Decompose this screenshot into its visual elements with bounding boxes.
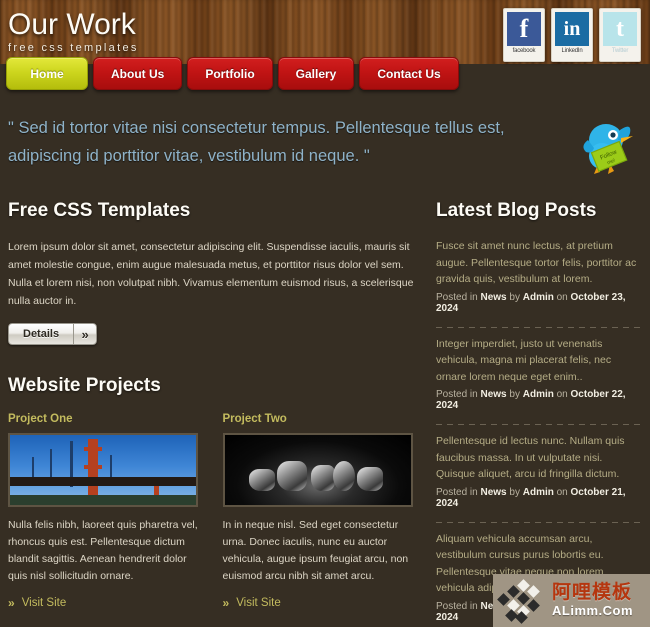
nav-item-about-us[interactable]: About Us (93, 57, 183, 90)
meta-on: on (556, 389, 568, 400)
blog-post-3-meta: Posted in News by Admin on October 21, 2… (436, 487, 642, 509)
meta-prefix: Posted in (436, 291, 478, 303)
meta-prefix: Posted in (436, 486, 478, 498)
project-card-two: Project Two In in neque nisl. Sed eget c… (222, 413, 421, 610)
site-header: Our Work free css templates f facebook i… (0, 0, 650, 96)
meta-by: by (509, 291, 520, 303)
social-label-twitter: Twitter (611, 48, 629, 54)
project-one-title[interactable]: Project One (8, 413, 206, 425)
blog-post-3-category[interactable]: News (480, 487, 506, 498)
watermark-chinese: 阿哩模板 (552, 582, 633, 603)
twitter-bird-icon: Follow me! (583, 124, 633, 174)
blog-post-2: Integer imperdiet, justo ut venenatis ve… (436, 336, 642, 418)
free-css-templates-heading: Free CSS Templates (8, 200, 191, 221)
website-projects-heading: Website Projects (8, 375, 161, 396)
blog-post-1-author[interactable]: Admin (523, 292, 554, 303)
project-two-thumbnail[interactable] (222, 433, 413, 507)
blog-post-2-meta: Posted in News by Admin on October 22, 2… (436, 389, 642, 411)
quote-banner: " Sed id tortor vitae nisi consectetur t… (0, 114, 650, 200)
brand[interactable]: Our Work free css templates (8, 8, 139, 55)
nav-item-portfolio[interactable]: Portfolio (187, 57, 273, 90)
project-two-visit-link[interactable]: » Visit Site (223, 596, 421, 610)
project-two-description: In in neque nisl. Sed eget consectetur u… (222, 519, 409, 582)
social-link-linkedin[interactable]: in LinkedIn (551, 8, 593, 62)
social-link-facebook[interactable]: f facebook (503, 8, 545, 62)
project-card-one: Project One Nulla felis nibh, laoreet qu… (8, 413, 206, 610)
blog-post-2-excerpt[interactable]: Integer imperdiet, justo ut venenatis ve… (436, 336, 642, 386)
social-label-facebook: facebook (512, 48, 536, 54)
project-two-visit-label: Visit Site (236, 597, 281, 609)
page-root: Our Work free css templates f facebook i… (0, 0, 650, 627)
project-one-description: Nulla felis nibh, laoreet quis pharetra … (8, 519, 198, 582)
watermark-english: ALimm.Com (552, 603, 634, 618)
golden-gate-bridge-image (10, 435, 196, 505)
chevron-right-icon: » (222, 596, 230, 610)
project-one-visit-link[interactable]: » Visit Site (8, 596, 206, 610)
main-content: Free CSS Templates Lorem ipsum dolor sit… (0, 200, 650, 627)
diamond-logo-icon (497, 578, 547, 624)
nav-item-gallery[interactable]: Gallery (277, 57, 355, 90)
left-column: Free CSS Templates Lorem ipsum dolor sit… (8, 200, 420, 627)
watermark-overlay: 阿哩模板 ALimm.Com (493, 574, 650, 627)
divider (436, 326, 642, 328)
blog-post-2-category[interactable]: News (480, 389, 506, 400)
linkedin-icon: in (555, 12, 589, 46)
social-links: f facebook in LinkedIn t Twitter (503, 8, 641, 62)
blog-post-1-category[interactable]: News (480, 292, 506, 303)
blog-post-3: Pellentesque id lectus nunc. Nullam quis… (436, 433, 642, 515)
quote-text: " Sed id tortor vitae nisi consectetur t… (8, 119, 505, 165)
blog-post-1: Fusce sit amet nunc lectus, at pretium a… (436, 238, 642, 320)
right-column: Latest Blog Posts Fusce sit amet nunc le… (436, 200, 642, 627)
chevron-right-icon: » (8, 596, 15, 610)
social-label-linkedin: LinkedIn (561, 48, 583, 54)
blog-post-3-excerpt[interactable]: Pellentesque id lectus nunc. Nullam quis… (436, 433, 642, 483)
divider (436, 521, 642, 523)
project-one-visit-label: Visit Site (21, 597, 67, 609)
main-navigation: Home About Us Portfolio Gallery Contact … (6, 57, 459, 90)
blog-post-1-meta: Posted in News by Admin on October 23, 2… (436, 292, 642, 314)
brand-subtitle: free css templates (8, 42, 139, 54)
facebook-icon: f (507, 12, 541, 46)
details-button-label: Details (8, 323, 74, 345)
meta-prefix: Posted in (436, 389, 478, 400)
blog-post-1-excerpt[interactable]: Fusce sit amet nunc lectus, at pretium a… (436, 238, 642, 288)
twitter-icon: t (603, 12, 637, 46)
meta-on: on (556, 291, 568, 303)
meta-by: by (509, 389, 520, 400)
meta-by: by (509, 486, 520, 498)
brand-title: Our Work (8, 8, 136, 41)
project-two-title[interactable]: Project Two (223, 413, 421, 425)
projects-list: Project One Nulla felis nibh, laoreet qu… (8, 413, 420, 610)
blog-post-2-author[interactable]: Admin (523, 389, 554, 400)
divider (436, 424, 642, 425)
details-button-arrow-icon: » (73, 323, 98, 345)
social-link-twitter[interactable]: t Twitter (599, 8, 641, 62)
details-button[interactable]: Details » (8, 323, 98, 345)
nav-item-contact-us[interactable]: Contact Us (359, 57, 459, 90)
blog-post-3-author[interactable]: Admin (523, 487, 554, 498)
project-one-thumbnail[interactable] (8, 433, 198, 507)
dark-chrome-objects-image (224, 435, 411, 505)
nav-item-home[interactable]: Home (6, 57, 88, 90)
meta-on: on (556, 486, 568, 498)
watermark-text: 阿哩模板 ALimm.Com (552, 582, 634, 619)
free-css-templates-paragraph: Lorem ipsum dolor sit amet, consectetur … (8, 241, 414, 307)
latest-blog-posts-heading: Latest Blog Posts (436, 200, 597, 221)
meta-prefix: Posted in (436, 600, 478, 612)
